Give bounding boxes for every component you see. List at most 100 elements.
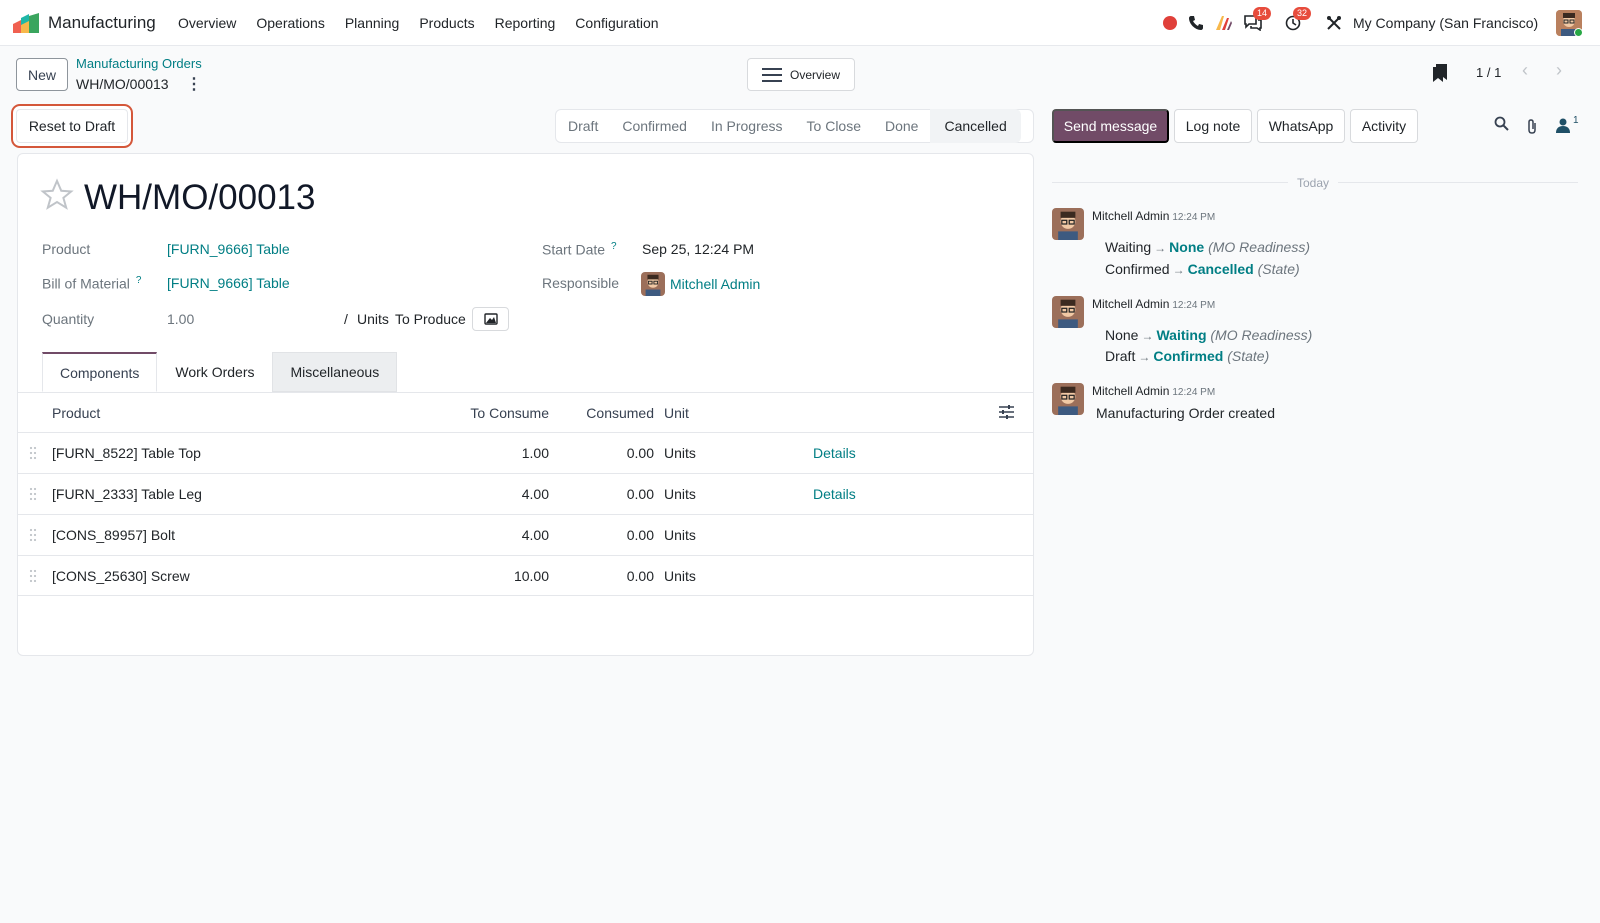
company-switcher[interactable]: My Company (San Francisco) xyxy=(1353,15,1538,31)
product-value[interactable]: [FURN_9666] Table xyxy=(167,241,290,257)
status-done[interactable]: Done xyxy=(873,109,930,143)
forecast-report-button[interactable] xyxy=(472,307,509,331)
bom-value[interactable]: [FURN_9666] Table xyxy=(167,275,290,291)
drag-handle-icon[interactable] xyxy=(29,528,37,542)
message-avatar[interactable] xyxy=(1052,208,1084,240)
uom-value[interactable]: Units xyxy=(357,311,389,327)
author-name[interactable]: Mitchell Admin xyxy=(1092,209,1169,223)
drag-handle-icon[interactable] xyxy=(29,487,37,501)
responsible-avatar xyxy=(641,272,665,296)
tab-work-orders[interactable]: Work Orders xyxy=(157,352,272,392)
quantity-separator: / xyxy=(344,311,348,327)
pager-value[interactable]: 1 / 1 xyxy=(1476,65,1501,80)
row-consumed[interactable]: 0.00 xyxy=(560,568,654,584)
app-name[interactable]: Manufacturing xyxy=(48,13,156,33)
author-name[interactable]: Mitchell Admin xyxy=(1092,297,1169,311)
status-draft[interactable]: Draft xyxy=(556,109,610,143)
start-date-value[interactable]: Sep 25, 12:24 PM xyxy=(642,241,754,257)
row-to-consume[interactable]: 1.00 xyxy=(430,445,549,461)
pager-next-icon[interactable]: › xyxy=(1556,60,1562,81)
tracking-new: None xyxy=(1169,239,1205,255)
overview-button[interactable]: Overview xyxy=(747,58,855,91)
column-product[interactable]: Product xyxy=(52,405,100,421)
menu-products[interactable]: Products xyxy=(409,15,484,31)
status-in-progress[interactable]: In Progress xyxy=(699,109,795,143)
message-author: Mitchell Admin 12:24 PM xyxy=(1092,297,1215,311)
start-date-help-icon[interactable]: ? xyxy=(611,241,617,252)
drag-handle-icon[interactable] xyxy=(29,446,37,460)
table-row[interactable]: [FURN_2333] Table Leg 4.00 0.00 Units De… xyxy=(17,473,1034,514)
tabs-divider xyxy=(17,392,1034,393)
row-details-link[interactable]: Details xyxy=(813,445,856,461)
new-button[interactable]: New xyxy=(16,58,68,91)
status-confirmed[interactable]: Confirmed xyxy=(610,109,699,143)
followers-icon[interactable] xyxy=(1556,118,1570,136)
row-to-consume[interactable]: 4.00 xyxy=(430,527,549,543)
row-product[interactable]: [CONS_25630] Screw xyxy=(52,568,190,584)
responsible-value[interactable]: Mitchell Admin xyxy=(670,276,760,292)
paperclip-icon[interactable] xyxy=(1526,118,1538,138)
row-consumed[interactable]: 0.00 xyxy=(560,445,654,461)
tab-components[interactable]: Components xyxy=(42,352,158,392)
priority-star-icon[interactable] xyxy=(40,178,74,215)
table-row[interactable]: [CONS_89957] Bolt 4.00 0.00 Units xyxy=(17,514,1034,555)
menu-planning[interactable]: Planning xyxy=(335,15,410,31)
discuss-badge: 14 xyxy=(1253,7,1272,20)
drag-handle-icon[interactable] xyxy=(29,569,37,583)
menu-configuration[interactable]: Configuration xyxy=(565,15,668,31)
breadcrumb-manufacturing-orders[interactable]: Manufacturing Orders xyxy=(76,56,202,71)
bom-help-icon[interactable]: ? xyxy=(136,275,142,286)
menu-operations[interactable]: Operations xyxy=(246,15,334,31)
quantity-label: Quantity xyxy=(42,311,95,327)
column-to-consume[interactable]: To Consume xyxy=(430,405,549,421)
column-unit[interactable]: Unit xyxy=(664,405,689,421)
row-to-consume[interactable]: 10.00 xyxy=(430,568,549,584)
row-product[interactable]: [FURN_8522] Table Top xyxy=(52,445,201,461)
menu-reporting[interactable]: Reporting xyxy=(485,15,566,31)
whatsapp-button[interactable]: WhatsApp xyxy=(1257,109,1345,143)
reset-to-draft-button[interactable]: Reset to Draft xyxy=(16,109,128,143)
row-details-link[interactable]: Details xyxy=(813,486,856,502)
status-cancelled[interactable]: Cancelled xyxy=(930,109,1021,143)
row-consumed[interactable]: 0.00 xyxy=(560,527,654,543)
send-message-button[interactable]: Send message xyxy=(1052,109,1169,143)
table-row[interactable]: [CONS_25630] Screw 10.00 0.00 Units xyxy=(17,555,1034,596)
table-row[interactable]: [FURN_8522] Table Top 1.00 0.00 Units De… xyxy=(17,432,1034,473)
pager-previous-icon[interactable]: ‹ xyxy=(1522,60,1528,81)
column-consumed[interactable]: Consumed xyxy=(560,405,654,421)
quantity-value[interactable]: 1.00 xyxy=(167,311,194,327)
phone-icon[interactable] xyxy=(1186,13,1206,33)
message-avatar[interactable] xyxy=(1052,383,1084,415)
main-menu: Overview Operations Planning Products Re… xyxy=(168,15,669,31)
row-unit: Units xyxy=(664,568,696,584)
author-name[interactable]: Mitchell Admin xyxy=(1092,384,1169,398)
discuss-icon[interactable]: 14 xyxy=(1243,7,1272,33)
menu-overview[interactable]: Overview xyxy=(168,15,246,31)
search-icon[interactable] xyxy=(1494,116,1509,134)
ai-icon[interactable] xyxy=(1214,13,1234,33)
bom-label-text: Bill of Material xyxy=(42,275,130,292)
top-navbar: Manufacturing Overview Operations Planni… xyxy=(0,0,1600,46)
row-unit: Units xyxy=(664,486,696,502)
date-separator: Today xyxy=(1297,176,1330,190)
optional-columns-icon[interactable] xyxy=(999,405,1014,422)
status-to-close[interactable]: To Close xyxy=(795,109,873,143)
start-date-label-text: Start Date xyxy=(542,241,606,258)
manufacturing-app-icon[interactable] xyxy=(13,13,39,33)
tracking-line: None → Waiting (MO Readiness) xyxy=(1105,327,1312,343)
row-to-consume[interactable]: 4.00 xyxy=(430,486,549,502)
tools-icon[interactable] xyxy=(1324,13,1344,33)
row-product[interactable]: [CONS_89957] Bolt xyxy=(52,527,175,543)
bookmark-icon[interactable] xyxy=(1432,64,1448,85)
actions-kebab-icon[interactable]: ⋮ xyxy=(186,74,202,94)
message-avatar[interactable] xyxy=(1052,296,1084,328)
log-note-button[interactable]: Log note xyxy=(1174,109,1252,143)
tracking-field: (MO Readiness) xyxy=(1208,239,1310,255)
tab-miscellaneous[interactable]: Miscellaneous xyxy=(272,352,398,392)
row-product[interactable]: [FURN_2333] Table Leg xyxy=(52,486,202,502)
activity-clock-icon[interactable]: 32 xyxy=(1283,7,1312,33)
row-consumed[interactable]: 0.00 xyxy=(560,486,654,502)
record-icon[interactable] xyxy=(1160,13,1180,33)
message-body: Manufacturing Order created xyxy=(1096,405,1275,421)
activity-button[interactable]: Activity xyxy=(1350,109,1418,143)
